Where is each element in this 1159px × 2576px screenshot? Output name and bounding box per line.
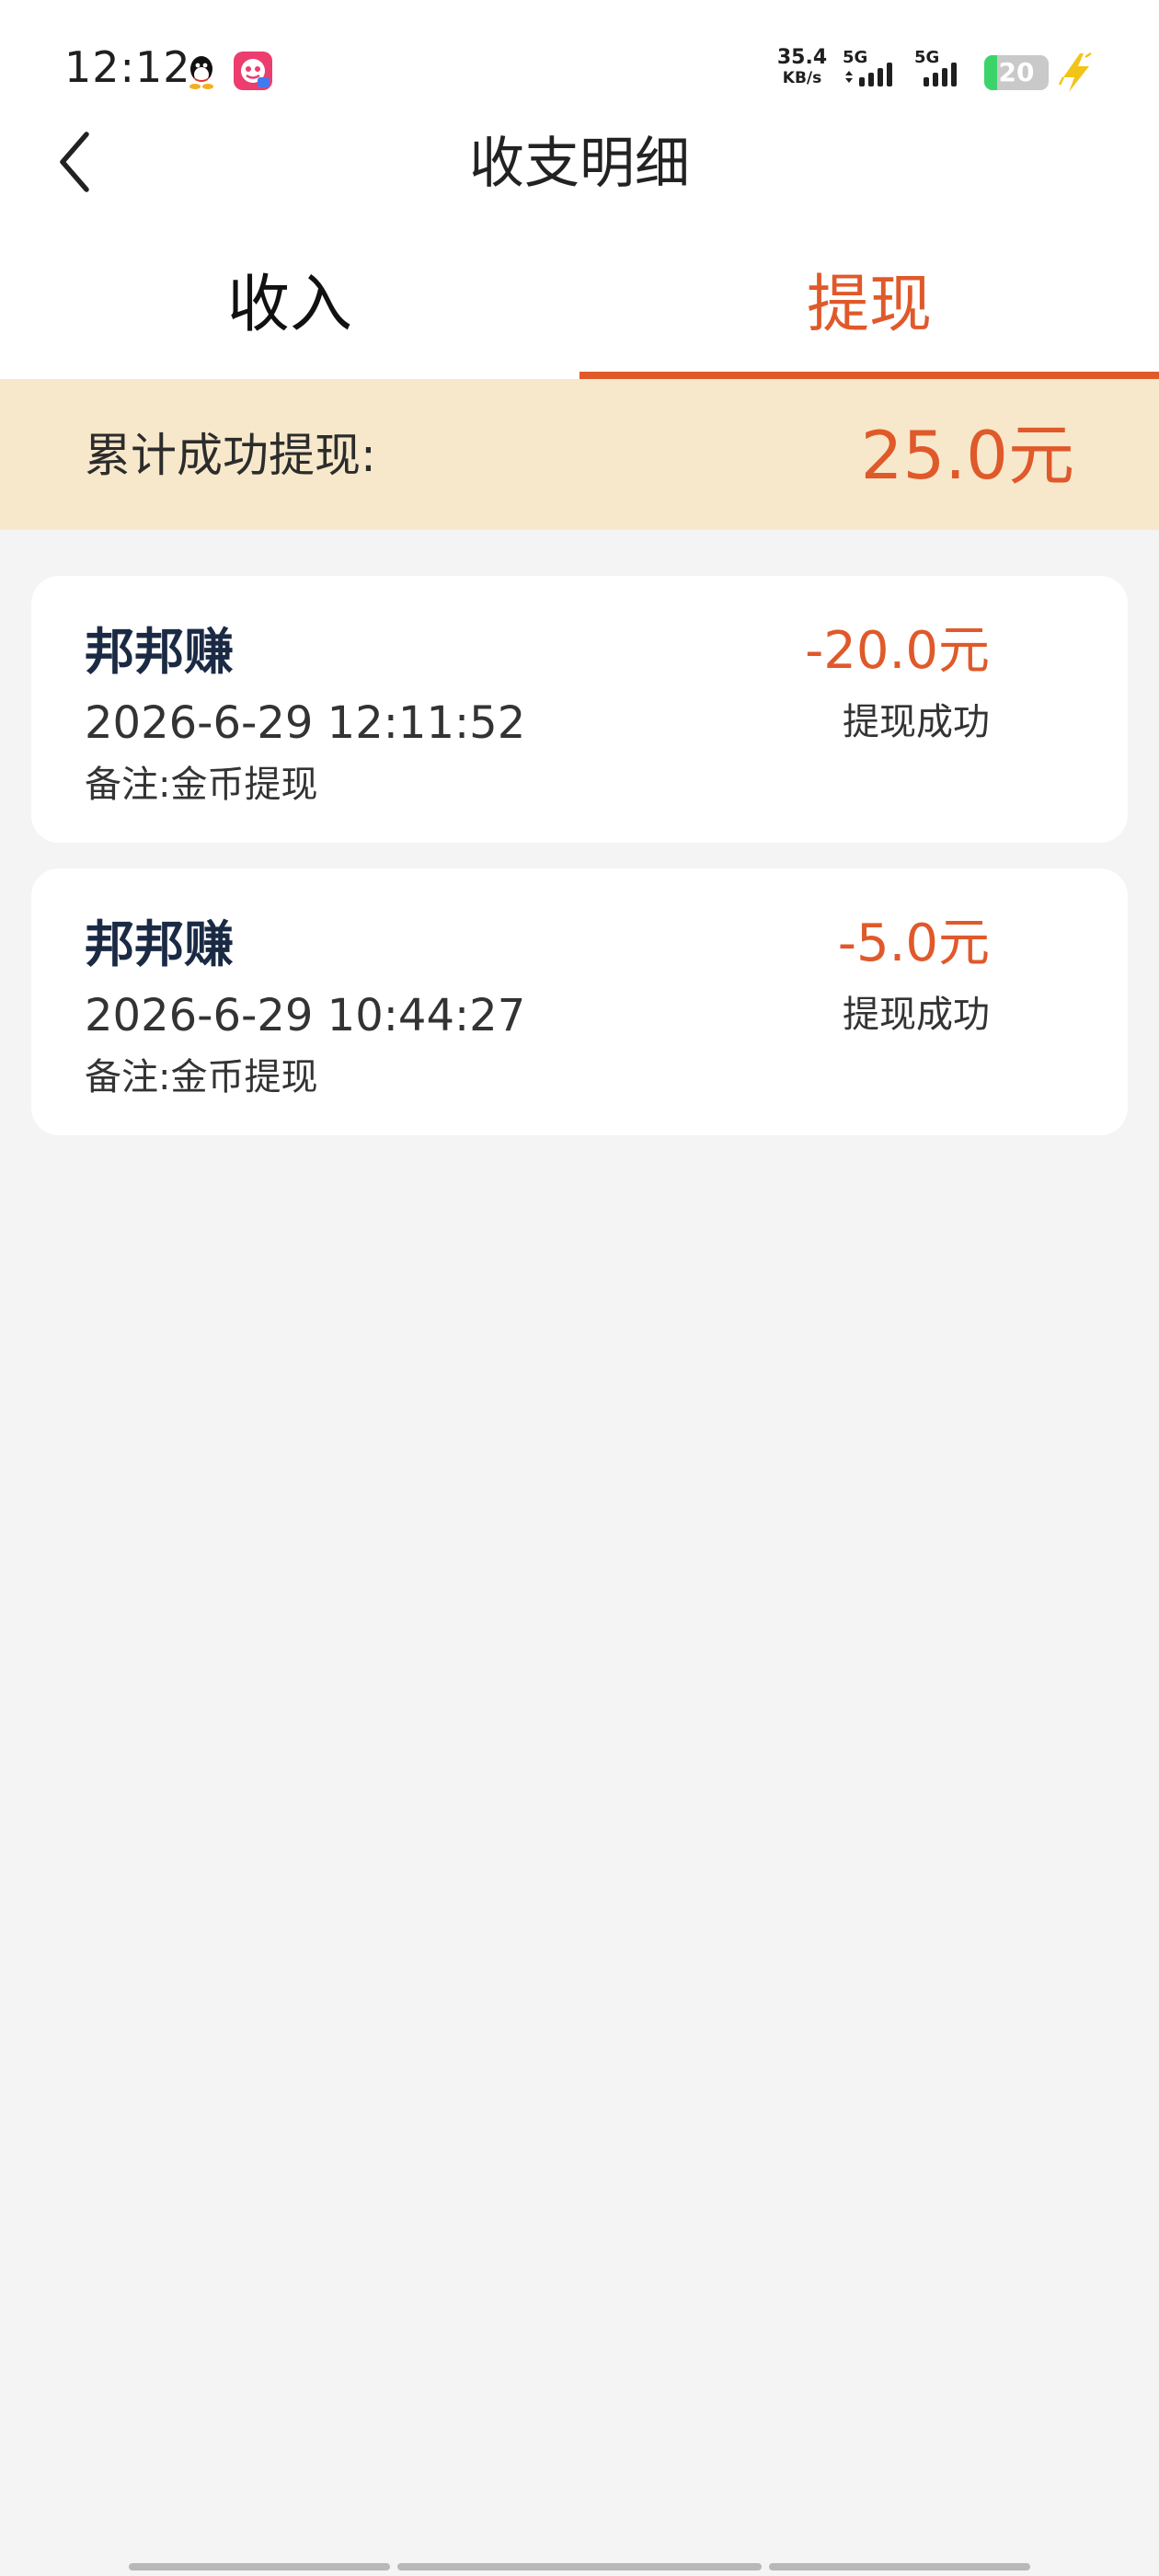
record-time: 2026-6-29 12:11:52 <box>85 697 526 749</box>
record-amount: -20.0元 <box>805 621 990 681</box>
withdraw-summary: 累计成功提现: 25.0元 <box>0 379 1159 530</box>
record-note: 备注:金币提现 <box>85 764 318 806</box>
network-speed-value: 35.4 <box>776 46 828 69</box>
tab-withdraw-label: 提现 <box>806 269 932 341</box>
sim2-signal-icon: 5G <box>914 48 981 92</box>
gesture-bar-left[interactable] <box>129 2563 390 2570</box>
header-area: 12:12 35.4 KB/s 5G 5G 20 收支明细 收入 提现 <box>0 0 1159 379</box>
sim1-signal-icon: 5G <box>843 48 909 92</box>
withdraw-records-screen: 12:12 35.4 KB/s 5G 5G 20 收支明细 收入 提现 累计成功… <box>0 0 1159 2576</box>
game-app-icon <box>234 52 272 90</box>
battery-icon: 20 <box>984 55 1049 90</box>
tab-income[interactable]: 收入 <box>0 252 580 381</box>
battery-level: 20 <box>998 57 1035 87</box>
summary-label: 累计成功提现: <box>85 429 376 482</box>
status-time: 12:12 <box>64 42 191 92</box>
gesture-bar-home[interactable] <box>397 2563 762 2570</box>
chevron-left-icon <box>60 132 89 192</box>
record-status: 提现成功 <box>843 701 990 743</box>
list-item[interactable]: 邦邦赚 2026-6-29 10:44:27 备注:金币提现 -5.0元 提现成… <box>31 868 1128 1135</box>
record-time: 2026-6-29 10:44:27 <box>85 990 526 1041</box>
tab-income-label: 收入 <box>226 269 352 341</box>
charging-bolt-icon <box>1058 52 1092 92</box>
record-name: 邦邦赚 <box>85 623 234 681</box>
back-button[interactable] <box>48 118 112 206</box>
list-item[interactable]: 邦邦赚 2026-6-29 12:11:52 备注:金币提现 -20.0元 提现… <box>31 576 1128 843</box>
gesture-bar-right[interactable] <box>769 2563 1030 2570</box>
network-speed-unit: KB/s <box>782 69 822 87</box>
page-title: 收支明细 <box>469 132 690 196</box>
qq-icon <box>189 56 213 89</box>
record-note: 备注:金币提现 <box>85 1056 318 1098</box>
tab-withdraw[interactable]: 提现 <box>580 252 1159 381</box>
record-name: 邦邦赚 <box>85 915 234 973</box>
network-speed: 35.4 KB/s <box>775 48 830 86</box>
summary-amount: 25.0元 <box>860 417 1074 494</box>
record-status: 提现成功 <box>843 994 990 1036</box>
record-amount: -5.0元 <box>837 914 990 973</box>
active-tab-indicator <box>580 372 1159 379</box>
